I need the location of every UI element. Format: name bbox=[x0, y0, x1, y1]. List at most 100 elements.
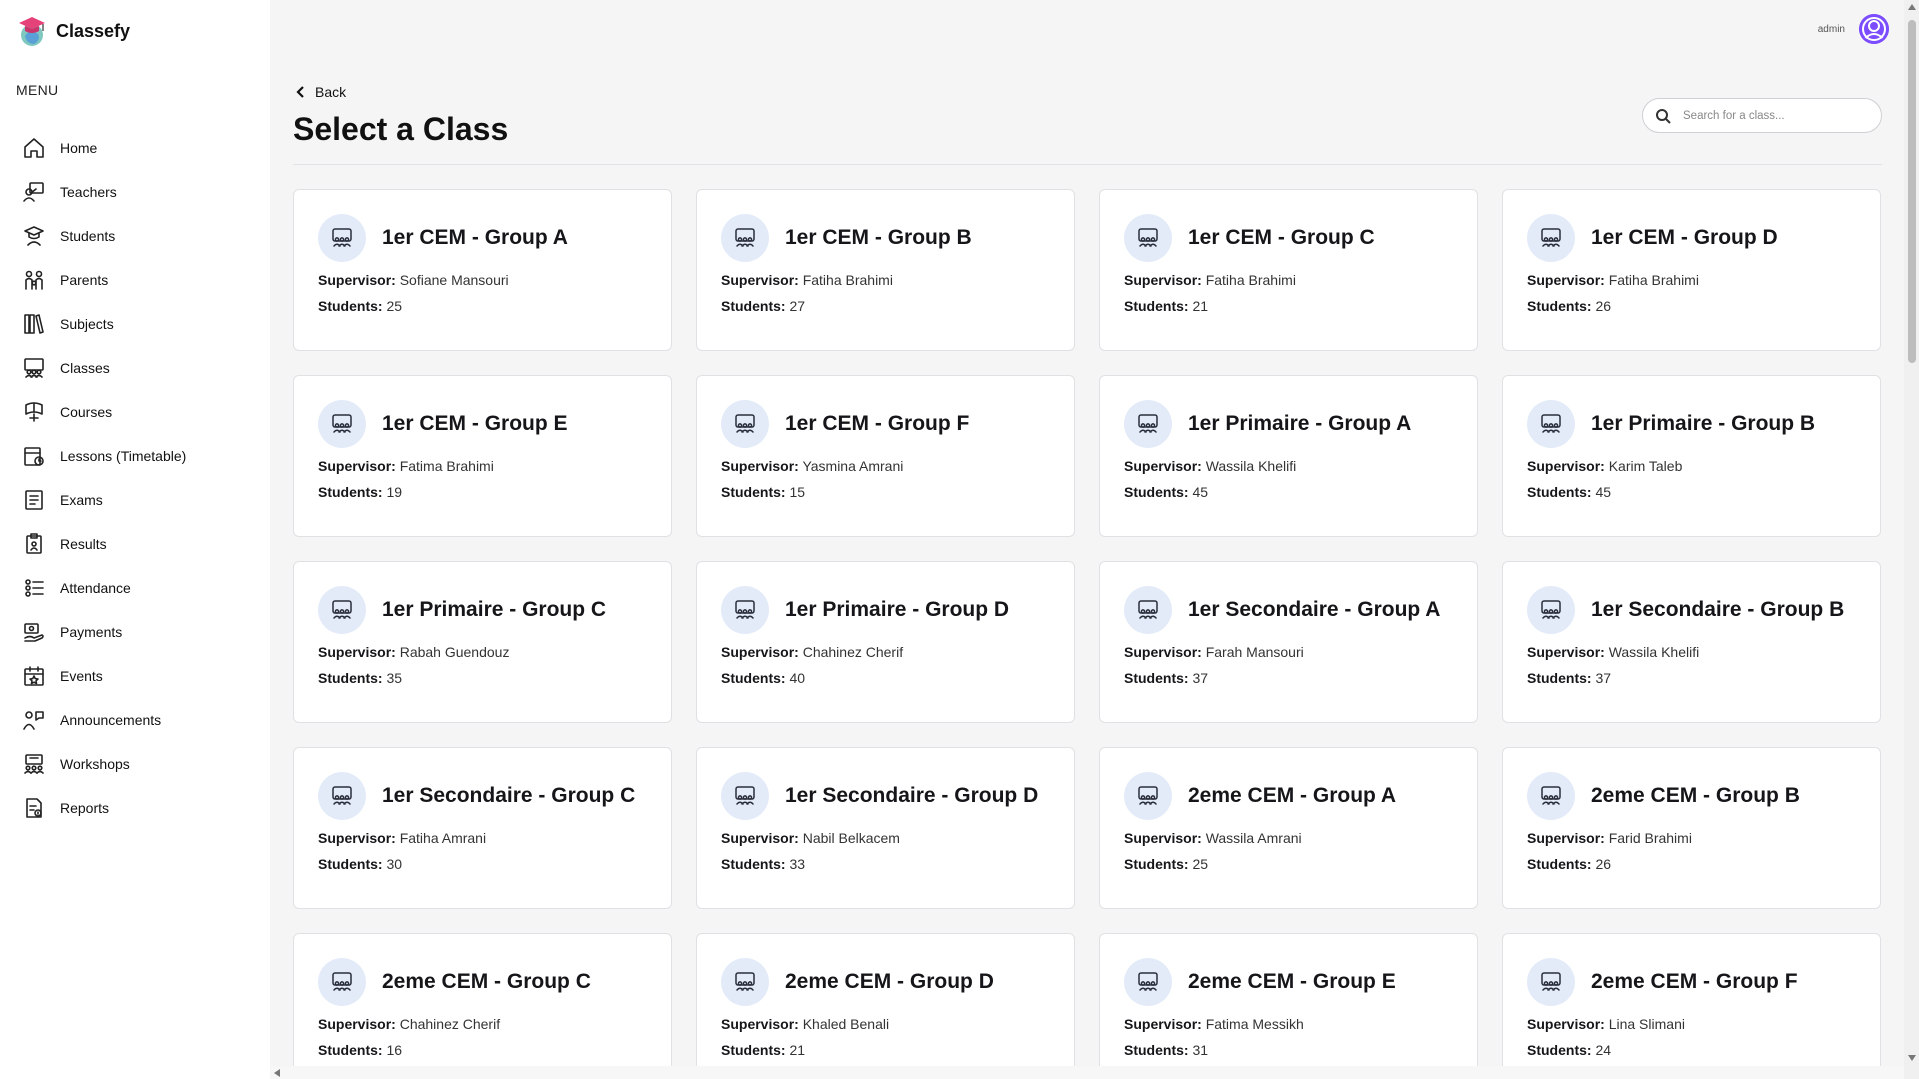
supervisor-line: Supervisor: Fatima Brahimi bbox=[318, 458, 647, 474]
class-card-header: 1er Primaire - Group C bbox=[318, 586, 647, 634]
classroom-icon bbox=[1527, 214, 1575, 262]
class-card[interactable]: 1er Primaire - Group C Supervisor: Rabah … bbox=[293, 561, 672, 723]
search-icon bbox=[1656, 108, 1671, 124]
students-label: Students: bbox=[721, 856, 786, 872]
students-count: 19 bbox=[386, 484, 403, 500]
scrollbar-thumb[interactable] bbox=[1908, 20, 1916, 363]
class-card[interactable]: 1er CEM - Group B Supervisor: Fatiha Brah… bbox=[696, 189, 1075, 351]
supervisor-label: Supervisor: bbox=[318, 830, 396, 846]
class-card-header: 2eme CEM - Group D bbox=[721, 958, 1050, 1006]
class-card[interactable]: 1er CEM - Group F Supervisor: Yasmina Amr… bbox=[696, 375, 1075, 537]
class-card-header: 1er Secondaire - Group A bbox=[1124, 586, 1453, 634]
class-card[interactable]: 1er Secondaire - Group A Supervisor: Fara… bbox=[1099, 561, 1478, 723]
class-card[interactable]: 1er Secondaire - Group D Supervisor: Nabi… bbox=[696, 747, 1075, 909]
class-card-header: 1er Primaire - Group A bbox=[1124, 400, 1453, 448]
class-card[interactable]: 2eme CEM - Group A Supervisor: Wassila Am… bbox=[1099, 747, 1478, 909]
class-card[interactable]: 1er CEM - Group D Supervisor: Fatiha Brah… bbox=[1502, 189, 1881, 351]
supervisor-line: Supervisor: Farah Mansouri bbox=[1124, 644, 1453, 660]
class-card[interactable]: 2eme CEM - Group F Supervisor: Lina Slima… bbox=[1502, 933, 1881, 1079]
class-name: 1er Secondaire - Group A bbox=[1188, 598, 1441, 621]
sidebar-item-lessons-timetable[interactable]: Lessons (Timetable) bbox=[22, 434, 262, 478]
class-card[interactable]: 2eme CEM - Group E Supervisor: Fatima Mes… bbox=[1099, 933, 1478, 1079]
supervisor-line: Supervisor: Wassila Khelifi bbox=[1124, 458, 1453, 474]
class-card[interactable]: 1er Primaire - Group A Supervisor: Wassil… bbox=[1099, 375, 1478, 537]
sidebar-item-announcements[interactable]: Announcements bbox=[22, 698, 262, 742]
search-box[interactable] bbox=[1642, 98, 1882, 133]
class-name: 1er Secondaire - Group D bbox=[785, 784, 1039, 807]
class-card-header: 1er CEM - Group F bbox=[721, 400, 1050, 448]
supervisor-name: Nabil Belkacem bbox=[802, 830, 900, 846]
sidebar-item-events[interactable]: Events bbox=[22, 654, 262, 698]
students-count: 25 bbox=[1192, 856, 1209, 872]
sidebar-item-workshops[interactable]: Workshops bbox=[22, 742, 262, 786]
class-card[interactable]: 1er Secondaire - Group C Supervisor: Fati… bbox=[293, 747, 672, 909]
class-card[interactable]: 1er CEM - Group C Supervisor: Fatiha Brah… bbox=[1099, 189, 1478, 351]
supervisor-line: Supervisor: Fatiha Brahimi bbox=[721, 272, 1050, 288]
scroll-left-arrow-icon[interactable] bbox=[274, 1069, 280, 1077]
sidebar-item-students[interactable]: Students bbox=[22, 214, 262, 258]
sidebar-item-home[interactable]: Home bbox=[22, 126, 262, 170]
class-name: 2eme CEM - Group A bbox=[1188, 784, 1397, 807]
supervisor-name: Fatiha Brahimi bbox=[1608, 272, 1699, 288]
sidebar-item-exams[interactable]: Exams bbox=[22, 478, 262, 522]
students-count: 37 bbox=[1595, 670, 1612, 686]
supervisor-label: Supervisor: bbox=[1124, 830, 1202, 846]
classroom-icon bbox=[318, 772, 366, 820]
class-card[interactable]: 1er Secondaire - Group B Supervisor: Wass… bbox=[1502, 561, 1881, 723]
sidebar-item-payments[interactable]: Payments bbox=[22, 610, 262, 654]
scroll-up-arrow-icon[interactable] bbox=[1908, 4, 1916, 10]
course-icon bbox=[22, 400, 46, 424]
students-label: Students: bbox=[318, 298, 383, 314]
class-card[interactable]: 1er Primaire - Group D Supervisor: Chahin… bbox=[696, 561, 1075, 723]
back-label: Back bbox=[315, 84, 347, 100]
vertical-scrollbar[interactable] bbox=[1904, 0, 1919, 1079]
sidebar-item-subjects[interactable]: Subjects bbox=[22, 302, 262, 346]
horizontal-scrollbar[interactable] bbox=[270, 1066, 1904, 1079]
sidebar-item-courses[interactable]: Courses bbox=[22, 390, 262, 434]
class-name: 1er Primaire - Group B bbox=[1591, 412, 1816, 435]
workshops-icon bbox=[22, 752, 46, 776]
supervisor-line: Supervisor: Wassila Khelifi bbox=[1527, 644, 1856, 660]
students-label: Students: bbox=[1124, 298, 1189, 314]
class-card-header: 1er CEM - Group A bbox=[318, 214, 647, 262]
sidebar-item-results[interactable]: Results bbox=[22, 522, 262, 566]
supervisor-line: Supervisor: Farid Brahimi bbox=[1527, 830, 1856, 846]
back-button[interactable]: Back bbox=[295, 84, 346, 100]
class-name: 1er Secondaire - Group B bbox=[1591, 598, 1845, 621]
class-card[interactable]: 1er CEM - Group A Supervisor: Sofiane Man… bbox=[293, 189, 672, 351]
class-card-header: 1er CEM - Group C bbox=[1124, 214, 1453, 262]
students-count: 26 bbox=[1595, 856, 1612, 872]
class-card[interactable]: 1er Primaire - Group B Supervisor: Karim … bbox=[1502, 375, 1881, 537]
sidebar-item-classes[interactable]: Classes bbox=[22, 346, 262, 390]
supervisor-line: Supervisor: Chahinez Cherif bbox=[721, 644, 1050, 660]
class-card[interactable]: 1er CEM - Group E Supervisor: Fatima Brah… bbox=[293, 375, 672, 537]
sidebar-item-label: Home bbox=[60, 140, 98, 156]
teacher-icon bbox=[22, 180, 46, 204]
students-label: Students: bbox=[1124, 484, 1189, 500]
class-card-header: 1er Secondaire - Group D bbox=[721, 772, 1050, 820]
classroom-icon bbox=[721, 400, 769, 448]
class-card[interactable]: 2eme CEM - Group B Supervisor: Farid Brah… bbox=[1502, 747, 1881, 909]
sidebar-item-attendance[interactable]: Attendance bbox=[22, 566, 262, 610]
supervisor-name: Rabah Guendouz bbox=[399, 644, 510, 660]
scroll-down-arrow-icon[interactable] bbox=[1908, 1055, 1916, 1061]
class-card[interactable]: 2eme CEM - Group D Supervisor: Khaled Ben… bbox=[696, 933, 1075, 1079]
brand[interactable]: Classefy bbox=[16, 14, 130, 48]
supervisor-name: Farah Mansouri bbox=[1205, 644, 1304, 660]
class-card[interactable]: 2eme CEM - Group C Supervisor: Chahinez C… bbox=[293, 933, 672, 1079]
supervisor-name: Wassila Khelifi bbox=[1205, 458, 1297, 474]
classroom-icon bbox=[1124, 958, 1172, 1006]
students-line: Students: 37 bbox=[1527, 670, 1856, 686]
supervisor-line: Supervisor: Lina Slimani bbox=[1527, 1016, 1856, 1032]
sidebar-item-label: Parents bbox=[60, 272, 109, 288]
search-input[interactable] bbox=[1683, 109, 1863, 122]
supervisor-label: Supervisor: bbox=[1124, 644, 1202, 660]
students-line: Students: 15 bbox=[721, 484, 1050, 500]
sidebar-item-parents[interactable]: Parents bbox=[22, 258, 262, 302]
sidebar-nav: Home Teachers Students Parents Subjects Class… bbox=[22, 126, 262, 830]
sidebar-item-reports[interactable]: Reports bbox=[22, 786, 262, 830]
supervisor-label: Supervisor: bbox=[1124, 458, 1202, 474]
students-line: Students: 26 bbox=[1527, 856, 1856, 872]
sidebar-item-label: Payments bbox=[60, 624, 123, 640]
sidebar-item-teachers[interactable]: Teachers bbox=[22, 170, 262, 214]
